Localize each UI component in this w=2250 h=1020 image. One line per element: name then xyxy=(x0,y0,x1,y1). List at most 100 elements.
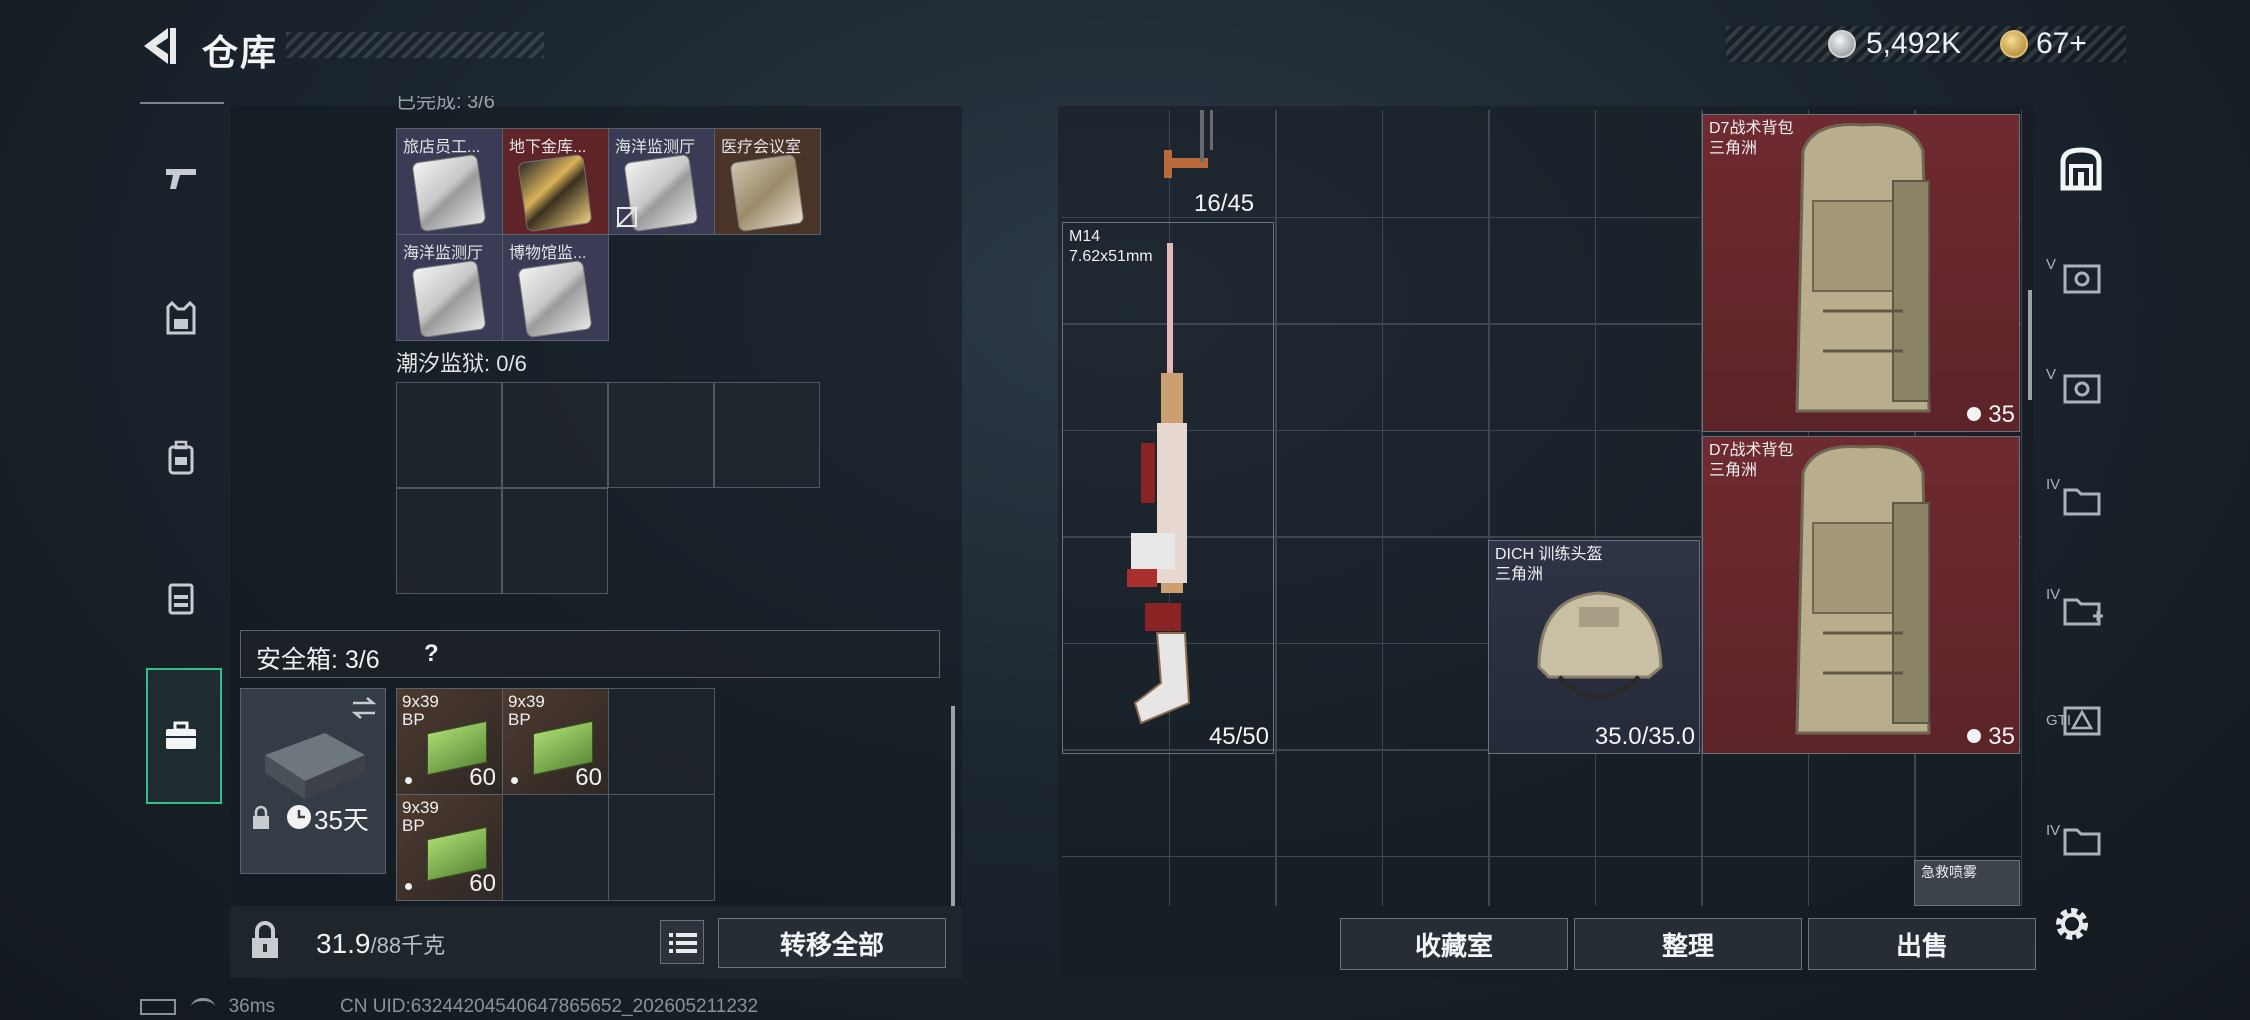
keycard-label: 旅店员工... xyxy=(403,139,481,156)
gold-currency-value[interactable]: 67+ xyxy=(2036,27,2087,61)
empty-safe-slot[interactable] xyxy=(502,794,609,901)
rifle-item[interactable]: M14 7.62x51mm 45/50 xyxy=(1062,222,1274,754)
swap-icon[interactable] xyxy=(349,695,379,721)
keycard-icon xyxy=(518,260,592,338)
empty-keycard-slot[interactable] xyxy=(608,382,714,488)
tab-tier-label: GTI xyxy=(2046,712,2071,729)
sort-button[interactable]: 整理 xyxy=(1574,918,1802,970)
storage-icon xyxy=(2060,147,2102,191)
grid-line xyxy=(1062,855,2022,857)
silver-coin-icon xyxy=(1828,30,1856,58)
empty-keycard-slot[interactable] xyxy=(396,488,502,594)
left-scrollbar[interactable] xyxy=(951,706,955,906)
right-scrollbar[interactable] xyxy=(2028,290,2032,400)
item-durability: 35.0/35.0 xyxy=(1594,723,1695,750)
safe-storage-icon xyxy=(2063,264,2101,294)
empty-safe-slot[interactable] xyxy=(608,794,715,901)
nav-weapons[interactable] xyxy=(140,118,222,238)
helmet-item[interactable]: DICH 训练头盔 三角洲 35.0/35.0 xyxy=(1488,540,1700,754)
vest-icon xyxy=(166,300,196,335)
m14-rifle-icon xyxy=(1127,243,1191,725)
keycard-cut-label: 已完成: 3/6 xyxy=(396,96,495,110)
first-aid-item[interactable]: 急救喷雾 xyxy=(1914,860,2020,906)
grid-line xyxy=(1488,110,1490,906)
keycard-icon xyxy=(412,154,486,232)
tab-tier-label: IV xyxy=(2046,822,2061,839)
keycard-slot[interactable]: 海洋监测厅 xyxy=(608,128,715,235)
ammo-caliber: 9x39 xyxy=(402,798,439,817)
tidal-prison-label: 潮汐监狱: 0/6 xyxy=(396,351,527,376)
no-insure-icon xyxy=(616,206,638,228)
grid-line xyxy=(1275,110,1277,906)
medical-storage-icon xyxy=(2063,598,2103,626)
tab-tier-label: V xyxy=(2046,366,2057,383)
keycard-slot[interactable]: 博物馆监... xyxy=(502,234,609,341)
ammo-dot xyxy=(405,777,412,784)
backpack-item[interactable]: D7战术背包 三角洲 35 xyxy=(1702,114,2020,432)
transfer-all-button[interactable]: 转移全部 xyxy=(718,918,946,968)
title-decoration xyxy=(286,32,544,58)
keycard-label: 地下金库... xyxy=(509,139,587,156)
item-name: DICH 训练头盔 xyxy=(1495,546,1603,563)
folder-icon xyxy=(2063,828,2101,856)
grid-line xyxy=(1381,110,1383,906)
gold-coin-icon xyxy=(2000,30,2028,58)
tab-storage-4a[interactable] xyxy=(2048,444,2114,554)
backpack-item[interactable]: D7战术背包 三角洲 35 xyxy=(1702,436,2020,754)
empty-safe-slot[interactable] xyxy=(608,688,715,795)
safe-box-card[interactable] xyxy=(240,688,386,874)
nav-armor[interactable] xyxy=(140,258,222,378)
tab-storage-5a[interactable] xyxy=(2048,224,2114,334)
grid-line xyxy=(2020,110,2022,906)
keycard-slot[interactable]: 旅店员工... xyxy=(396,128,503,235)
capacity-icon xyxy=(1967,407,1981,421)
lock-button-icon[interactable] xyxy=(240,916,290,966)
keycard-label: 海洋监测厅 xyxy=(615,139,696,156)
item-count: 16/45 xyxy=(1194,190,1255,217)
list-view-button[interactable] xyxy=(660,920,704,964)
ammo-slot[interactable]: 9x39 BP 60 xyxy=(396,794,503,901)
ping-text: 36ms xyxy=(228,996,276,1017)
gear-icon[interactable] xyxy=(2048,900,2096,948)
collection-room-button[interactable]: 收藏室 xyxy=(1340,918,1568,970)
chest-rig-icon xyxy=(168,583,194,615)
ammo-caliber: 9x39 xyxy=(402,692,439,711)
nav-backpack[interactable] xyxy=(140,398,222,518)
nav-rig[interactable] xyxy=(140,538,222,658)
backpack-icon xyxy=(168,440,194,475)
pistol-icon xyxy=(166,169,196,189)
page-title: 仓库 xyxy=(202,32,279,73)
item-name: 急救喷雾 xyxy=(1921,864,1977,880)
ammo-slot[interactable]: 9x39 BP 60 xyxy=(502,688,609,795)
weight-readout: 31.9/88千克 xyxy=(316,928,445,960)
empty-keycard-slot[interactable] xyxy=(396,382,502,488)
ammo-count: 60 xyxy=(469,764,496,791)
tab-tier-label: IV xyxy=(2046,476,2061,493)
keycard-slot[interactable]: 地下金库... xyxy=(502,128,609,235)
battery-icon xyxy=(140,998,176,1015)
item-name: M14 xyxy=(1069,228,1101,245)
keycard-slot[interactable]: 海洋监测厅 xyxy=(396,234,503,341)
sell-button[interactable]: 出售 xyxy=(1808,918,2036,970)
item-origin: 三角洲 xyxy=(1709,462,1758,479)
empty-keycard-slot[interactable] xyxy=(502,382,608,488)
item-count: 35 xyxy=(1988,401,2015,428)
ammo-count: 60 xyxy=(469,870,496,897)
item-name: D7战术背包 xyxy=(1709,442,1794,459)
nav-safe-box[interactable] xyxy=(140,676,222,796)
ammo-slot[interactable]: 9x39 BP 60 xyxy=(396,688,503,795)
wifi-icon xyxy=(191,997,216,1016)
safe-box-days: 35天 xyxy=(314,805,369,835)
tab-storage-5b[interactable] xyxy=(2048,334,2114,444)
nav-divider xyxy=(140,102,224,104)
tab-storage-main[interactable] xyxy=(2048,114,2114,224)
help-icon[interactable]: ? xyxy=(424,640,439,668)
tab-storage-4c[interactable] xyxy=(2048,784,2114,894)
empty-keycard-slot[interactable] xyxy=(502,488,608,594)
ammo-dot xyxy=(405,883,412,890)
backpack-icon xyxy=(1795,123,1931,413)
empty-keycard-slot[interactable] xyxy=(714,382,820,488)
tab-storage-4b[interactable] xyxy=(2048,554,2114,664)
back-arrow-icon[interactable] xyxy=(138,24,180,68)
keycard-slot[interactable]: 医疗会议室 xyxy=(714,128,821,235)
